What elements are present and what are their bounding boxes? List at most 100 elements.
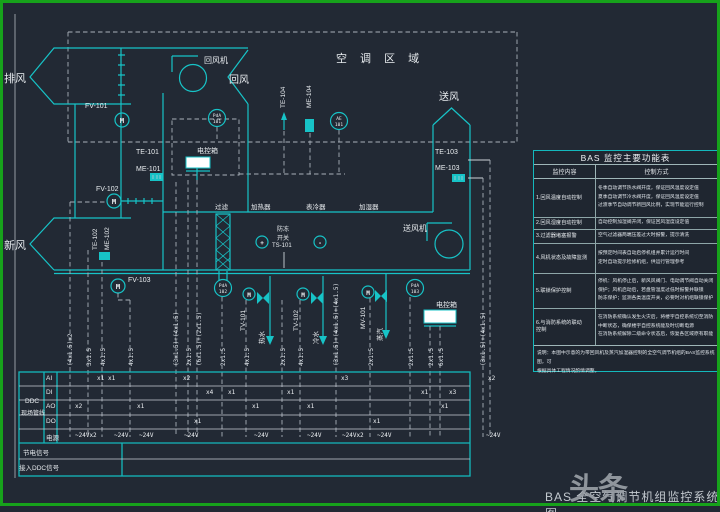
function-row-name: 1.回风温度自动控制 <box>534 179 596 217</box>
io-point-marker: x1 <box>287 389 295 396</box>
header-monitor-content: 监控内容 <box>534 165 596 178</box>
svg-text:-: - <box>318 240 322 247</box>
function-row-name: 5.联锁保护控制 <box>534 274 596 308</box>
function-row-desc: 停机：风机停止后，新风风阀门、电动调节阀自动关闭 保护；风机启动后，若盘管温度过低… <box>598 279 714 302</box>
return-air-label: 回风 <box>229 75 249 86</box>
exhaust-arrow-outline <box>29 47 131 105</box>
steam-label: 蒸汽 <box>377 328 384 341</box>
watermark-text: 头条@SIN66 <box>569 473 677 512</box>
control-box-1 <box>185 156 211 169</box>
ts101-tag: TS-101 <box>272 243 292 249</box>
me101-tag: ME-101 <box>136 166 161 173</box>
svg-text:103: 103 <box>411 289 419 295</box>
io-row-label: DO <box>46 418 56 425</box>
chilled-water-flow-arrow <box>319 336 327 345</box>
io-point-marker: x1 <box>307 403 315 410</box>
tv102-tag: TV-102 <box>293 310 300 331</box>
cable-label: 3x1.5 <box>86 347 93 366</box>
io-point-marker: x2 <box>488 375 496 382</box>
io-point-marker: x3 <box>341 375 349 382</box>
ts101-line2: 开关 <box>277 236 290 242</box>
svg-text:101: 101 <box>213 119 221 125</box>
tv101-tag: TV-101 <box>240 310 247 331</box>
valve-body-tv102 <box>311 292 323 304</box>
function-row-desc: 自动控制加湿阀开闭，保证回风湿度设定值 <box>598 220 690 226</box>
io-point-marker: x1 <box>373 418 381 425</box>
function-row-desc: 按预定时间表自动启停机组并累计运行时间 定时自动提示检修机组，供运行管理参考 <box>598 251 690 265</box>
svg-text:M: M <box>366 290 370 297</box>
cable-label: (6x1.5)+(2x1.5) <box>196 311 203 366</box>
io-point-marker: x3 <box>449 389 457 396</box>
svg-text:+: + <box>260 240 264 247</box>
me101-sensor <box>150 173 163 181</box>
io-point-marker: x2 <box>183 375 191 382</box>
svg-text:PdA: PdA <box>213 113 221 119</box>
svg-text:M: M <box>301 292 305 299</box>
bas-function-table: BAS 监控主要功能表 监控内容 控制方式 1.回风温度自动控制 冬季自动调节热水… <box>533 150 718 374</box>
svg-text:M: M <box>116 283 120 291</box>
io-point-marker: x1 <box>97 375 105 382</box>
fresh-air-arrow-outline <box>29 217 131 271</box>
function-table-row: 2.回风湿度自动控制 自动控制加湿阀开闭，保证回风湿度设定值 <box>534 218 717 230</box>
me104-tag: ME-104 <box>306 85 313 108</box>
io-point-marker: x1 <box>108 375 116 382</box>
svg-text:M: M <box>247 292 251 299</box>
io-point-marker: x1 <box>194 418 202 425</box>
svg-text:102: 102 <box>219 289 227 295</box>
return-fan-icon <box>178 63 208 93</box>
io-left-label-field: 现场管线 <box>21 411 46 417</box>
section-filter-label: 过滤 <box>215 204 228 211</box>
io-row-label: AO <box>46 403 56 410</box>
cable-label: (4x1.5)x2 <box>67 333 74 366</box>
svg-text:M: M <box>120 117 124 125</box>
io-point-marker: ~24V <box>307 432 322 439</box>
function-table-header: 监控内容 控制方式 <box>534 165 717 179</box>
supply-air-label: 送风 <box>439 92 459 103</box>
io-point-marker: ~24V <box>486 432 501 439</box>
fv103-tag: FV-103 <box>128 277 151 284</box>
header-control-method: 控制方式 <box>644 170 669 176</box>
function-row-name: 4.风机状态及故障监测 <box>534 244 596 273</box>
function-table-row: 3.过滤器堵塞报警 空气过滤器两端压差过大时报警，提示清洗 <box>534 230 717 244</box>
cable-label: 2x1.5 <box>368 347 375 366</box>
svg-text:PdA: PdA <box>219 283 227 289</box>
function-table-rows: 1.回风温度自动控制 冬季自动调节热水阀开度，保证回风温度设定值 夏季自动调节冷水阀… <box>534 179 717 345</box>
control-box-2 <box>423 309 457 324</box>
io-table-grid <box>18 371 471 477</box>
fresh-air-label: 新风 <box>4 240 26 252</box>
function-row-name: 6.与消防系统的联动 控制 <box>534 309 596 345</box>
hot-water-label: 热水 <box>259 331 266 344</box>
cable-label: 2x1.5 <box>428 347 435 366</box>
te101-tag: TE-101 <box>136 149 159 156</box>
io-point-marker: ~24V <box>114 432 129 439</box>
function-table-note: 说明：本图中示意的为带回风机及蒸汽加湿器控制的全空气调节机组的BAS监控系统图，… <box>534 345 717 376</box>
cable-label: 4x1.5 <box>128 347 135 366</box>
io-point-marker: x1 <box>421 389 429 396</box>
cable-label: (3x1.5)+(4x1.5) <box>173 311 180 366</box>
io-point-marker: x1 <box>441 403 449 410</box>
io-point-marker: ~24Vx2 <box>342 432 364 439</box>
cable-label: 4x1.5 <box>100 347 107 366</box>
chilled-water-label: 冷水 <box>313 331 320 344</box>
floor-lines <box>54 269 470 275</box>
io-point-marker: ~24V <box>139 432 154 439</box>
function-table-row: 6.与消防系统的联动 控制 在消防系统确认发生火灾后，将楼宇自控系统切至消防 中断状态… <box>534 309 717 345</box>
me102-tag: ME-102 <box>104 227 111 250</box>
function-row-name: 3.过滤器堵塞报警 <box>534 230 596 243</box>
io-point-marker: ~24V <box>254 432 269 439</box>
te104-tag: TE-104 <box>280 86 287 108</box>
section-cooler-label: 表冷器 <box>306 204 326 211</box>
cable-label: 6x1.5 <box>438 347 445 366</box>
mv101-tag: MV-101 <box>360 306 367 329</box>
svg-text:PdA: PdA <box>411 283 419 289</box>
svg-text:101: 101 <box>335 122 343 128</box>
control-box-1-label: 电控箱 <box>197 148 218 155</box>
io-left-label-ddc: DDC <box>25 398 40 405</box>
cable-label: 2x1.5 <box>220 347 227 366</box>
io-point-marker: ~24Vx2 <box>75 432 97 439</box>
section-heater-label: 加热器 <box>251 204 271 211</box>
fv101-tag: FV-101 <box>85 103 108 110</box>
cable-label: (3x1.5)+(4x1.5) <box>480 311 487 366</box>
io-point-marker: ~24V <box>377 432 392 439</box>
exhaust-air-label: 排风 <box>4 73 26 85</box>
